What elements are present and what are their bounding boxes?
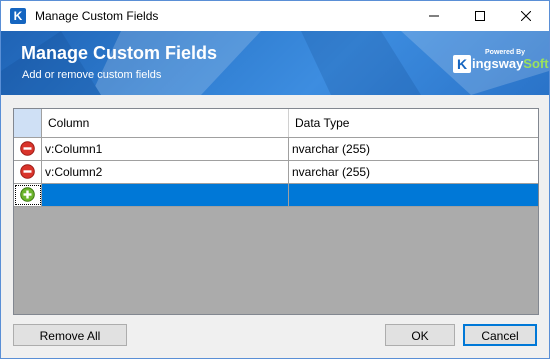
cell-column[interactable] [42, 184, 289, 206]
cell-data-type[interactable] [289, 184, 538, 206]
column-header-column[interactable]: Column [42, 109, 289, 137]
new-row[interactable] [14, 184, 538, 207]
app-icon: K [10, 8, 26, 24]
logo-word-accent: Soft [523, 56, 549, 71]
minimize-button[interactable] [411, 1, 457, 31]
close-icon [521, 11, 531, 21]
header-banner: Manage Custom Fields Add or remove custo… [1, 31, 549, 95]
minimize-icon [429, 15, 439, 17]
column-header-data-type[interactable]: Data Type [289, 109, 538, 137]
dialog-window: K Manage Custom Fields Manage Custom Fie… [0, 0, 550, 359]
kingswaysoft-logo: Powered By K ingswaySoft [453, 49, 549, 79]
table-row[interactable]: v:Column2 nvarchar (255) [14, 161, 538, 184]
window-title: Manage Custom Fields [35, 9, 159, 23]
remove-all-button[interactable]: Remove All [13, 324, 127, 346]
remove-icon[interactable] [20, 141, 35, 156]
table-row[interactable]: v:Column1 nvarchar (255) [14, 138, 538, 161]
maximize-button[interactable] [457, 1, 503, 31]
powered-by-label: Powered By [485, 49, 526, 56]
row-header[interactable] [14, 138, 42, 160]
cell-data-type[interactable]: nvarchar (255) [289, 138, 538, 160]
grid-header: Column Data Type [14, 109, 538, 138]
close-button[interactable] [503, 1, 549, 31]
banner-subtitle: Add or remove custom fields [22, 69, 162, 81]
remove-icon[interactable] [20, 164, 35, 179]
cell-column[interactable]: v:Column1 [42, 138, 289, 160]
maximize-icon [475, 11, 485, 21]
logo-wordmark: ingswaySoft [472, 56, 549, 71]
add-icon[interactable] [20, 187, 35, 202]
cell-column[interactable]: v:Column2 [42, 161, 289, 183]
row-header[interactable] [14, 161, 42, 183]
banner-title: Manage Custom Fields [21, 43, 218, 63]
cell-data-type[interactable]: nvarchar (255) [289, 161, 538, 183]
title-bar: K Manage Custom Fields [1, 1, 549, 31]
logo-word-main: ingsway [472, 56, 524, 71]
logo-k-icon: K [453, 55, 471, 73]
cancel-button[interactable]: Cancel [463, 324, 537, 346]
ok-button[interactable]: OK [385, 324, 455, 346]
header-corner[interactable] [14, 109, 42, 137]
row-header[interactable] [14, 184, 42, 206]
custom-fields-grid[interactable]: Column Data Type v:Column1 nvarchar (255… [13, 108, 539, 315]
